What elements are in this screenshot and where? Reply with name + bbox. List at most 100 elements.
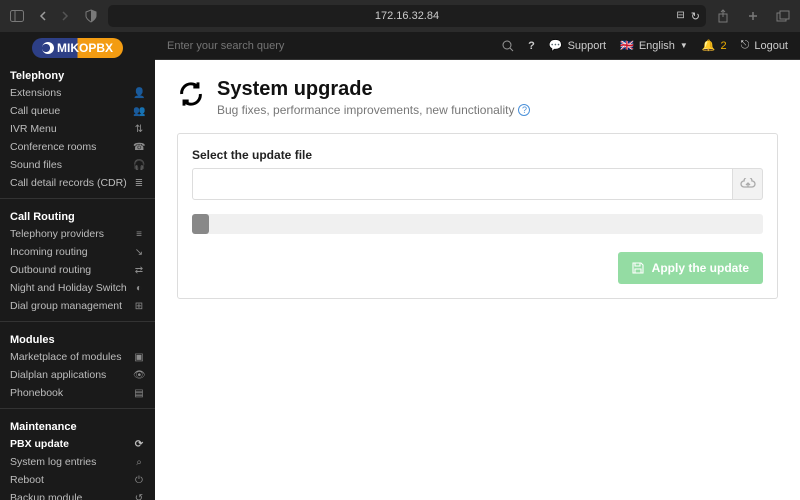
flag-icon: 🇬🇧 [620,39,634,52]
sidebar-section-title: Call Routing [0,205,155,225]
search-input[interactable] [167,36,502,56]
sidebar-item[interactable]: Telephony providers ≡ [0,225,155,243]
sidebar-item-label: Incoming routing [10,246,88,258]
search-icon[interactable] [502,40,514,52]
sidebar-item[interactable]: Conference rooms☎ [0,138,155,156]
notifications-button[interactable]: 🔔 2 [702,39,727,52]
save-icon [632,262,644,274]
file-input[interactable] [192,168,733,200]
support-label: Support [568,40,607,52]
sidebar-item-label: Sound files [10,159,62,171]
sidebar-item-icon: ≣ [133,178,145,189]
sidebar-item-label: Extensions [10,87,61,99]
sidebar-toggle-icon[interactable] [8,7,26,25]
sidebar-item-icon: ⟳ [133,439,145,450]
language-label: English [639,40,675,52]
help-button[interactable]: ? [528,40,535,52]
sidebar-item[interactable]: Call queue 👥 [0,102,155,120]
sidebar-item-label: Night and Holiday Switch [10,282,127,294]
sidebar-item[interactable]: Phonebook ▤ [0,384,155,402]
sidebar-item-icon: ⌕ [133,457,145,468]
sidebar-item[interactable]: PBX update⟳ [0,435,155,453]
sidebar-item-label: Reboot [10,474,44,486]
tabs-icon[interactable] [774,7,792,25]
sidebar-item[interactable]: Night and Holiday Switch ◐ [0,279,155,297]
language-selector[interactable]: 🇬🇧 English ▼ [620,39,688,52]
sidebar-item[interactable]: Call detail records (CDR) ≣ [0,174,155,192]
sidebar-item-label: Outbound routing [10,264,91,276]
sidebar-item[interactable]: Reboot ⏻ [0,471,155,489]
sidebar-item[interactable]: Extensions 👤 [0,84,155,102]
page-title: System upgrade [217,78,530,101]
refresh-icon [177,80,205,108]
bell-icon: 🔔 [702,39,716,52]
logo-text: MIKOPBX [57,41,113,55]
sidebar-section-title: Modules [0,328,155,348]
sidebar-item-icon: ▤ [133,388,145,399]
sidebar-item-icon: ◐ [133,283,145,294]
sidebar-item-icon: ☎ [133,142,145,153]
sidebar-item-icon: 👁 [133,370,145,381]
crescent-icon [42,42,54,54]
sidebar-item[interactable]: System log entries ⌕ [0,453,155,471]
sidebar-section-title: Telephony [0,64,155,84]
sidebar-item[interactable]: Marketplace of modules ▣ [0,348,155,366]
upload-button[interactable] [733,168,763,200]
sidebar-item-icon: ▣ [133,352,145,363]
shield-icon[interactable] [82,7,100,25]
chevron-down-icon: ▼ [680,41,688,50]
chat-icon: 💬 [549,39,563,52]
sidebar-item-label: Call queue [10,105,60,117]
sidebar-item-label: IVR Menu [10,123,57,135]
page-subtitle-text: Bug fixes, performance improvements, new… [217,103,514,117]
sidebar-item-label: Call detail records (CDR) [10,177,127,189]
logout-label: Logout [754,40,788,52]
file-field-label: Select the update file [192,148,763,162]
sidebar-section-title: Maintenance [0,415,155,435]
reader-icon[interactable]: ⊟ [676,10,684,23]
sidebar-item[interactable]: Dialplan applications 👁 [0,366,155,384]
help-icon[interactable]: ? [518,104,530,116]
progress-fill [192,214,209,234]
sidebar-item-label: Dialplan applications [10,369,106,381]
update-panel: Select the update file [177,133,778,299]
sidebar-item-icon: 👤 [133,88,145,99]
sidebar-item[interactable]: Dial group management⊞ [0,297,155,315]
sidebar-item-label: Phonebook [10,387,63,399]
forward-button[interactable] [56,7,74,25]
sidebar-item-label: Backup module [10,492,82,500]
share-icon[interactable] [714,7,732,25]
sidebar-item-icon: ⏻ [133,475,145,486]
sidebar-item-icon: 🎧 [133,160,145,171]
url-text: 172.16.32.84 [375,10,439,22]
apply-label: Apply the update [652,261,749,275]
sidebar-item-icon: ⊞ [133,301,145,312]
sidebar-item-label: Marketplace of modules [10,351,121,363]
sidebar-item[interactable]: Backup module ↺ [0,489,155,500]
apply-update-button[interactable]: Apply the update [618,252,763,284]
page-subtitle: Bug fixes, performance improvements, new… [217,103,530,117]
sidebar-item-icon: ≡ [133,229,145,240]
url-bar[interactable]: 172.16.32.84 ⊟ ↻ [108,5,706,27]
sidebar-item-label: System log entries [10,456,96,468]
logout-button[interactable]: ⎋ Logout [741,39,788,52]
new-tab-icon[interactable] [744,7,762,25]
topbar: ? 💬 Support 🇬🇧 English ▼ 🔔 2 ⎋ Logout [155,32,800,60]
sidebar-item-icon: ⇄ [133,265,145,276]
back-button[interactable] [34,7,52,25]
logo[interactable]: MIKOPBX [32,38,123,58]
sidebar-item[interactable]: Outbound routing ⇄ [0,261,155,279]
reload-icon[interactable]: ↻ [691,10,700,23]
sidebar-item[interactable]: Sound files 🎧 [0,156,155,174]
sidebar-item-icon: ↘ [133,247,145,258]
support-button[interactable]: 💬 Support [549,39,606,52]
sidebar-item-icon: 👥 [133,106,145,117]
sidebar-item-label: Telephony providers [10,228,104,240]
logout-icon: ⎋ [741,39,750,52]
search-wrap [167,36,514,56]
notification-count: 2 [721,40,727,52]
progress-bar [192,214,763,234]
sidebar-item[interactable]: Incoming routing ↘ [0,243,155,261]
sidebar-item-icon: ↺ [133,493,145,500]
sidebar-item[interactable]: IVR Menu⇅ [0,120,155,138]
